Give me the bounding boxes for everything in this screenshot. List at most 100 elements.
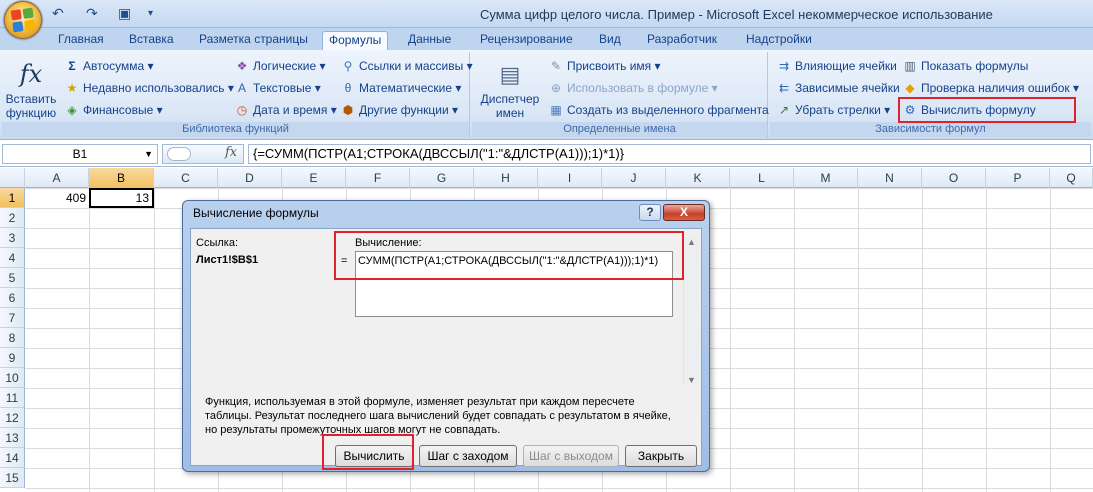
use-in-formula-button[interactable]: ⊕ Использовать в формуле ▾: [548, 80, 718, 96]
column-header[interactable]: K: [666, 168, 730, 188]
qat-customize-icon[interactable]: ▾: [148, 8, 153, 19]
close-button[interactable]: Закрыть: [625, 445, 697, 467]
cell-a1[interactable]: 409: [25, 188, 89, 208]
formula-bar: B1 ▼ fx {=СУММ(ПСТР(A1;СТРОКА(ДВССЫЛ("1:"…: [0, 141, 1093, 167]
tab-home[interactable]: Главная: [52, 31, 110, 50]
office-button[interactable]: [4, 1, 42, 39]
tab-formulas[interactable]: Формулы: [322, 31, 389, 50]
formula-input[interactable]: {=СУММ(ПСТР(A1;СТРОКА(ДВССЫЛ("1:"&ДЛСТР(…: [248, 144, 1091, 164]
row-header[interactable]: 5: [0, 268, 25, 288]
name-box[interactable]: B1 ▼: [2, 144, 158, 164]
ribbon-tabs: Главная Вставка Разметка страницы Формул…: [0, 28, 1093, 50]
tab-data[interactable]: Данные: [402, 31, 457, 50]
scroll-up-icon[interactable]: ▲: [687, 237, 696, 247]
save-icon[interactable]: ▣: [118, 5, 131, 22]
autosum-button[interactable]: Σ Автосумма ▾: [64, 58, 153, 74]
column-header[interactable]: N: [858, 168, 922, 188]
tab-addins[interactable]: Надстройки: [740, 31, 818, 50]
row-header[interactable]: 6: [0, 288, 25, 308]
step-in-button[interactable]: Шаг с заходом: [419, 445, 517, 467]
logical-functions-button[interactable]: ❖ Логические ▾: [234, 58, 326, 74]
scrollbar[interactable]: ▲ ▼: [683, 237, 699, 385]
column-header[interactable]: J: [602, 168, 666, 188]
column-header[interactable]: F: [346, 168, 410, 188]
undo-icon[interactable]: ↶: [52, 5, 64, 22]
volatile-note: Функция, используемая в этой формуле, из…: [205, 396, 671, 436]
group-label: Библиотека функций: [2, 122, 469, 137]
remove-arrows-button[interactable]: ↗ Убрать стрелки ▾: [776, 102, 890, 118]
recent-functions-button[interactable]: ★ Недавно использовались ▾: [64, 80, 234, 96]
scroll-down-icon[interactable]: ▼: [687, 375, 696, 385]
show-formulas-button[interactable]: ▥ Показать формулы: [902, 58, 1028, 74]
column-headers: A B C D E F G H I J K L M N O P Q: [0, 168, 1093, 188]
error-checking-button[interactable]: ◆ Проверка наличия ошибок ▾: [902, 80, 1079, 96]
tab-review[interactable]: Рецензирование: [474, 31, 579, 50]
row-header[interactable]: 10: [0, 368, 25, 388]
step-out-button[interactable]: Шаг с выходом: [523, 445, 619, 467]
column-header[interactable]: A: [25, 168, 89, 188]
select-all-corner[interactable]: [0, 168, 25, 188]
title-bar: ↶ ↷ ▣ ▾ Сумма цифр целого числа. Пример …: [0, 0, 1093, 39]
column-header[interactable]: P: [986, 168, 1050, 188]
row-header[interactable]: 8: [0, 328, 25, 348]
insert-function-button[interactable]: fx Вставить функцию: [4, 58, 58, 120]
define-name-button[interactable]: ✎ Присвоить имя ▾: [548, 58, 661, 74]
column-header[interactable]: L: [730, 168, 794, 188]
name-manager-button[interactable]: ▤ Диспетчер имен: [478, 58, 542, 120]
redo-icon[interactable]: ↷: [86, 5, 98, 22]
insert-function-icon[interactable]: fx: [225, 145, 237, 160]
trace-precedents-button[interactable]: ⇉ Влияющие ячейки: [776, 58, 897, 74]
row-header[interactable]: 13: [0, 428, 25, 448]
row-header[interactable]: 11: [0, 388, 25, 408]
column-header[interactable]: G: [410, 168, 474, 188]
column-header[interactable]: Q: [1050, 168, 1093, 188]
row-header[interactable]: 14: [0, 448, 25, 468]
cell-b1[interactable]: 13: [89, 188, 154, 208]
datetime-functions-button[interactable]: ◷ Дата и время ▾: [234, 102, 337, 118]
financial-functions-button[interactable]: ◈ Финансовые ▾: [64, 102, 162, 118]
evaluate-formula-highlight: [898, 97, 1076, 123]
create-from-selection-button[interactable]: ▦ Создать из выделенного фрагмента: [548, 102, 768, 118]
column-header[interactable]: I: [538, 168, 602, 188]
other-functions-button[interactable]: ⬢ Другие функции ▾: [340, 102, 458, 118]
row-header[interactable]: 1: [0, 188, 25, 208]
tab-view[interactable]: Вид: [593, 31, 627, 50]
group-formula-auditing: ⇉ Влияющие ячейки ⇇ Зависимые ячейки ↗ Убра…: [770, 52, 1091, 138]
math-functions-button[interactable]: θ Математические ▾: [340, 80, 462, 96]
dialog-title: Вычисление формулы: [193, 206, 319, 220]
ribbon: fx Вставить функцию Σ Автосумма ▾ ★ Недавн…: [0, 50, 1093, 140]
tab-insert[interactable]: Вставка: [123, 31, 180, 50]
fx-icon: fx: [19, 60, 43, 88]
row-header[interactable]: 4: [0, 248, 25, 268]
row-header[interactable]: 9: [0, 348, 25, 368]
group-label: Определенные имена: [472, 122, 767, 137]
group-label: Зависимости формул: [770, 122, 1091, 137]
trace-dependents-button[interactable]: ⇇ Зависимые ячейки: [776, 80, 900, 96]
text-functions-button[interactable]: A Текстовые ▾: [234, 80, 321, 96]
help-button[interactable]: ?: [639, 204, 661, 221]
office-logo-icon: [10, 7, 36, 33]
column-header[interactable]: B: [89, 168, 154, 188]
tab-developer[interactable]: Разработчик: [641, 31, 723, 50]
group-function-library: fx Вставить функцию Σ Автосумма ▾ ★ Недавн…: [2, 52, 473, 138]
lookup-functions-button[interactable]: ⚲ Ссылки и массивы ▾: [340, 58, 473, 74]
row-header[interactable]: 15: [0, 468, 25, 488]
row-header[interactable]: 12: [0, 408, 25, 428]
column-header[interactable]: H: [474, 168, 538, 188]
evaluation-highlight: [334, 231, 684, 280]
row-header[interactable]: 7: [0, 308, 25, 328]
column-header[interactable]: E: [282, 168, 346, 188]
row-header[interactable]: 2: [0, 208, 25, 228]
column-header[interactable]: C: [154, 168, 218, 188]
column-header[interactable]: O: [922, 168, 986, 188]
formula-bar-grip-icon: [167, 147, 191, 161]
close-icon[interactable]: X: [663, 204, 705, 221]
row-header[interactable]: 3: [0, 228, 25, 248]
reference-value: Лист1!$B$1: [196, 254, 259, 266]
name-manager-icon: ▤: [499, 62, 521, 87]
column-header[interactable]: M: [794, 168, 858, 188]
reference-label: Ссылка:: [196, 237, 238, 249]
tab-page-layout[interactable]: Разметка страницы: [193, 31, 314, 50]
group-defined-names: ▤ Диспетчер имен ✎ Присвоить имя ▾ ⊕ Испол…: [472, 52, 769, 138]
column-header[interactable]: D: [218, 168, 282, 188]
